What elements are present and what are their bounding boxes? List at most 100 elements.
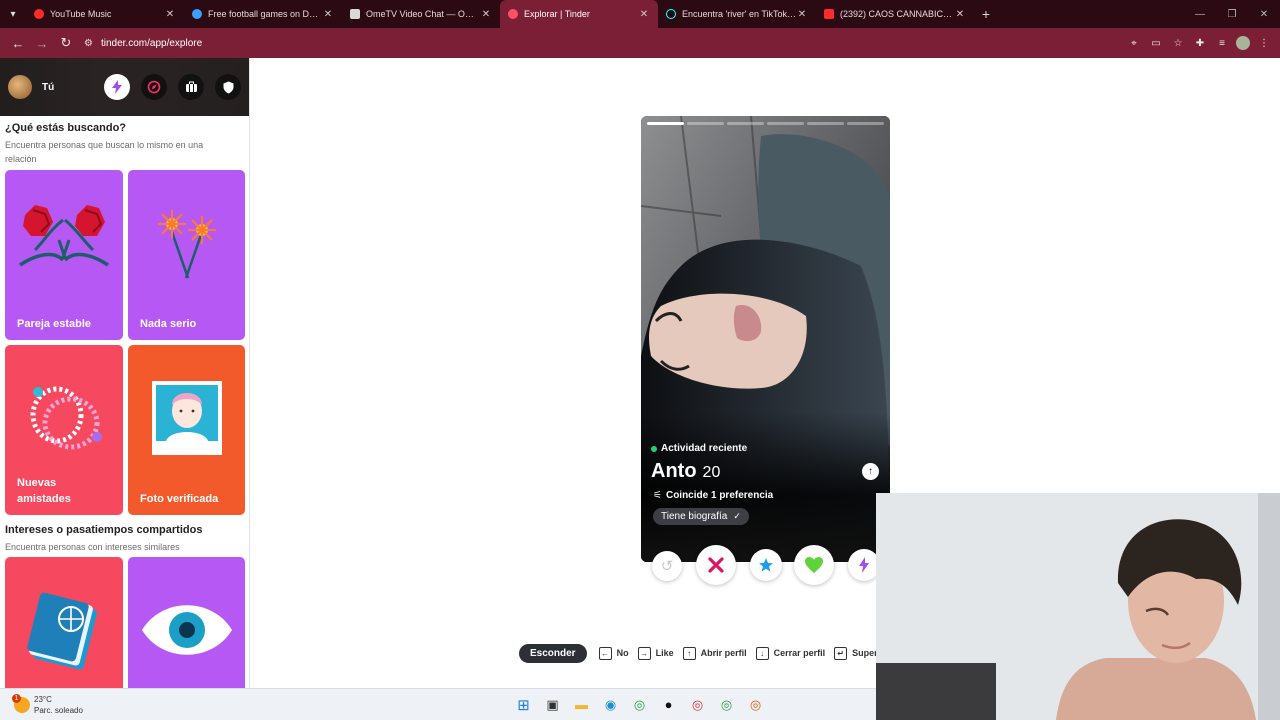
- boost-lightning-icon[interactable]: [104, 74, 130, 100]
- briefcase-icon[interactable]: [178, 74, 204, 100]
- app-icon[interactable]: ●: [659, 695, 678, 714]
- file-explorer-icon[interactable]: ▬: [572, 695, 591, 714]
- profile-card[interactable]: Actividad reciente Anto 20 ↑ ⚟ Coincide …: [641, 116, 890, 562]
- verified-photo-icon: [152, 381, 222, 455]
- photo-indicator[interactable]: [647, 122, 684, 125]
- card-foto-verificada[interactable]: Foto verificada: [128, 345, 245, 515]
- close-tab-icon[interactable]: ✕: [638, 9, 650, 20]
- windows-taskbar: 1 23°C Parc. soleado ⊞ ▣ ▬ ◉ ◎ ● ◎ ◎ ◎: [0, 688, 876, 720]
- my-avatar[interactable]: [8, 75, 32, 99]
- card-pareja-estable[interactable]: Pareja estable: [5, 170, 123, 340]
- ometv-favicon-icon: [350, 9, 360, 19]
- shield-icon[interactable]: [215, 74, 241, 100]
- tab-search-icon[interactable]: ▾: [0, 0, 26, 28]
- checkmark-icon: ✓: [733, 511, 741, 521]
- enter-key-icon: ↵: [834, 646, 848, 660]
- hint-open-profile: ↑ Abrir perfil: [682, 646, 747, 660]
- photo-indicator[interactable]: [727, 122, 764, 125]
- activity-text: Actividad reciente: [661, 443, 748, 454]
- rewind-icon[interactable]: ↺: [652, 551, 682, 581]
- card-label: Foto verificada: [140, 493, 219, 505]
- my-profile-label[interactable]: Tú: [42, 82, 54, 93]
- windows-start-icon[interactable]: ⊞: [514, 695, 533, 714]
- tab-title: (2392) CAOS CANNABICO EN P: [840, 9, 954, 19]
- bio-pill-text: Tiene biografía: [661, 511, 728, 522]
- right-key-icon: →: [637, 646, 651, 660]
- chrome-profile-icon[interactable]: ◎: [746, 695, 765, 714]
- chrome-icon[interactable]: ◎: [630, 695, 649, 714]
- tab-title: Explorar | Tinder: [524, 9, 590, 19]
- swipe-actions: ↺: [650, 543, 880, 585]
- super-like-star-icon[interactable]: [750, 549, 782, 581]
- sliders-icon: ⚟: [653, 490, 662, 501]
- profile-avatar-icon[interactable]: [1236, 36, 1250, 50]
- minimize-icon[interactable]: —: [1184, 0, 1216, 28]
- new-tab-plus-icon[interactable]: +: [974, 6, 998, 22]
- passport-icon: [27, 592, 97, 670]
- tinder-sidebar: Tú ¿Qué estás buscando? Encuentra person…: [0, 58, 250, 688]
- close-tab-icon[interactable]: ✕: [954, 9, 966, 20]
- tab-tiktok[interactable]: Encuentra 'river' en TikTok | Bu ✕: [658, 0, 816, 28]
- address-bar[interactable]: ⚙ tinder.com/app/explore: [84, 32, 1084, 54]
- edge-browser-icon[interactable]: ◉: [601, 695, 620, 714]
- photo-indicator[interactable]: [687, 122, 724, 125]
- tinder-favicon-icon: [508, 9, 518, 19]
- interests-grid: [5, 557, 245, 688]
- nope-x-icon[interactable]: [696, 545, 736, 585]
- shared-interests-title: Intereses o pasatiempos compartidos: [5, 524, 203, 536]
- close-tab-icon[interactable]: ✕: [480, 9, 492, 20]
- chrome-profile-icon[interactable]: ◎: [717, 695, 736, 714]
- close-tab-icon[interactable]: ✕: [164, 9, 176, 20]
- close-tab-icon[interactable]: ✕: [322, 9, 334, 20]
- card-eye-interest[interactable]: [128, 557, 245, 688]
- keyboard-hints: Esconder ← No → Like ↑ Abrir perfil ↓ Cerrar…: [519, 643, 887, 663]
- site-info-icon[interactable]: ⚙: [84, 38, 93, 49]
- card-travel-passport[interactable]: [5, 557, 123, 688]
- looking-for-subtitle: Encuentra personas que buscan lo mismo e…: [5, 140, 204, 164]
- photo-indicator[interactable]: [847, 122, 884, 125]
- photo-progress-bars: [647, 122, 884, 125]
- media-control-icon[interactable]: ≡: [1214, 35, 1230, 51]
- chrome-profile-icon[interactable]: ◎: [688, 695, 707, 714]
- bio-pill[interactable]: Tiene biografía ✓: [653, 508, 749, 525]
- youtube-music-favicon-icon: [34, 9, 44, 19]
- open-profile-arrow-icon[interactable]: ↑: [862, 463, 879, 480]
- location-pin-icon[interactable]: ⌖: [1126, 35, 1142, 51]
- hint-no: ← No: [598, 646, 629, 660]
- tab-ometv[interactable]: OmeTV Video Chat — Omegle ✕: [342, 0, 500, 28]
- down-key-icon: ↓: [755, 646, 769, 660]
- hide-hints-button[interactable]: Esconder: [519, 643, 587, 663]
- reload-icon[interactable]: ↻: [54, 31, 78, 55]
- bookmark-star-icon[interactable]: ☆: [1170, 35, 1186, 51]
- cast-icon[interactable]: ▭: [1148, 35, 1164, 51]
- browser-menu-icon[interactable]: ⋮: [1256, 35, 1272, 51]
- tab-title: YouTube Music: [50, 9, 112, 19]
- browser-toolbar: ← → ↻ ⚙ tinder.com/app/explore ⌖ ▭ ☆ ✚ ≡…: [0, 28, 1280, 58]
- tab-youtube-music[interactable]: YouTube Music ✕: [26, 0, 184, 28]
- browser-tab-strip: ▾ YouTube Music ✕ Free football games on…: [0, 0, 1280, 28]
- like-heart-icon[interactable]: [794, 545, 834, 585]
- back-arrow-icon[interactable]: ←: [6, 31, 30, 55]
- tab-youtube-caos[interactable]: (2392) CAOS CANNABICO EN P ✕: [816, 0, 974, 28]
- card-nada-serio[interactable]: Nada serio: [128, 170, 245, 340]
- explore-compass-icon[interactable]: [141, 74, 167, 100]
- task-view-icon[interactable]: ▣: [543, 695, 562, 714]
- tab-title: Encuentra 'river' en TikTok | Bu: [682, 9, 796, 19]
- up-key-icon: ↑: [682, 646, 696, 660]
- toolbar-icons: ⌖ ▭ ☆ ✚ ≡ ⋮: [1126, 28, 1272, 58]
- tab-football-games[interactable]: Free football games on Dvadia ✕: [184, 0, 342, 28]
- card-nuevas-amistades[interactable]: Nuevas amistades: [5, 345, 123, 515]
- maximize-icon[interactable]: ❐: [1216, 0, 1248, 28]
- card-label: Nuevas amistades: [17, 477, 71, 505]
- tab-title: Free football games on Dvadia: [208, 9, 322, 19]
- photo-indicator[interactable]: [767, 122, 804, 125]
- close-window-icon[interactable]: ✕: [1248, 0, 1280, 28]
- photo-indicator[interactable]: [807, 122, 844, 125]
- recent-activity: Actividad reciente: [651, 443, 747, 454]
- forward-arrow-icon[interactable]: →: [30, 31, 54, 55]
- tab-tinder[interactable]: Explorar | Tinder ✕: [500, 0, 658, 28]
- close-tab-icon[interactable]: ✕: [796, 9, 808, 20]
- webcam-feed: [876, 493, 1280, 720]
- weather-widget[interactable]: 1 23°C Parc. soleado: [12, 694, 83, 716]
- extensions-icon[interactable]: ✚: [1192, 35, 1208, 51]
